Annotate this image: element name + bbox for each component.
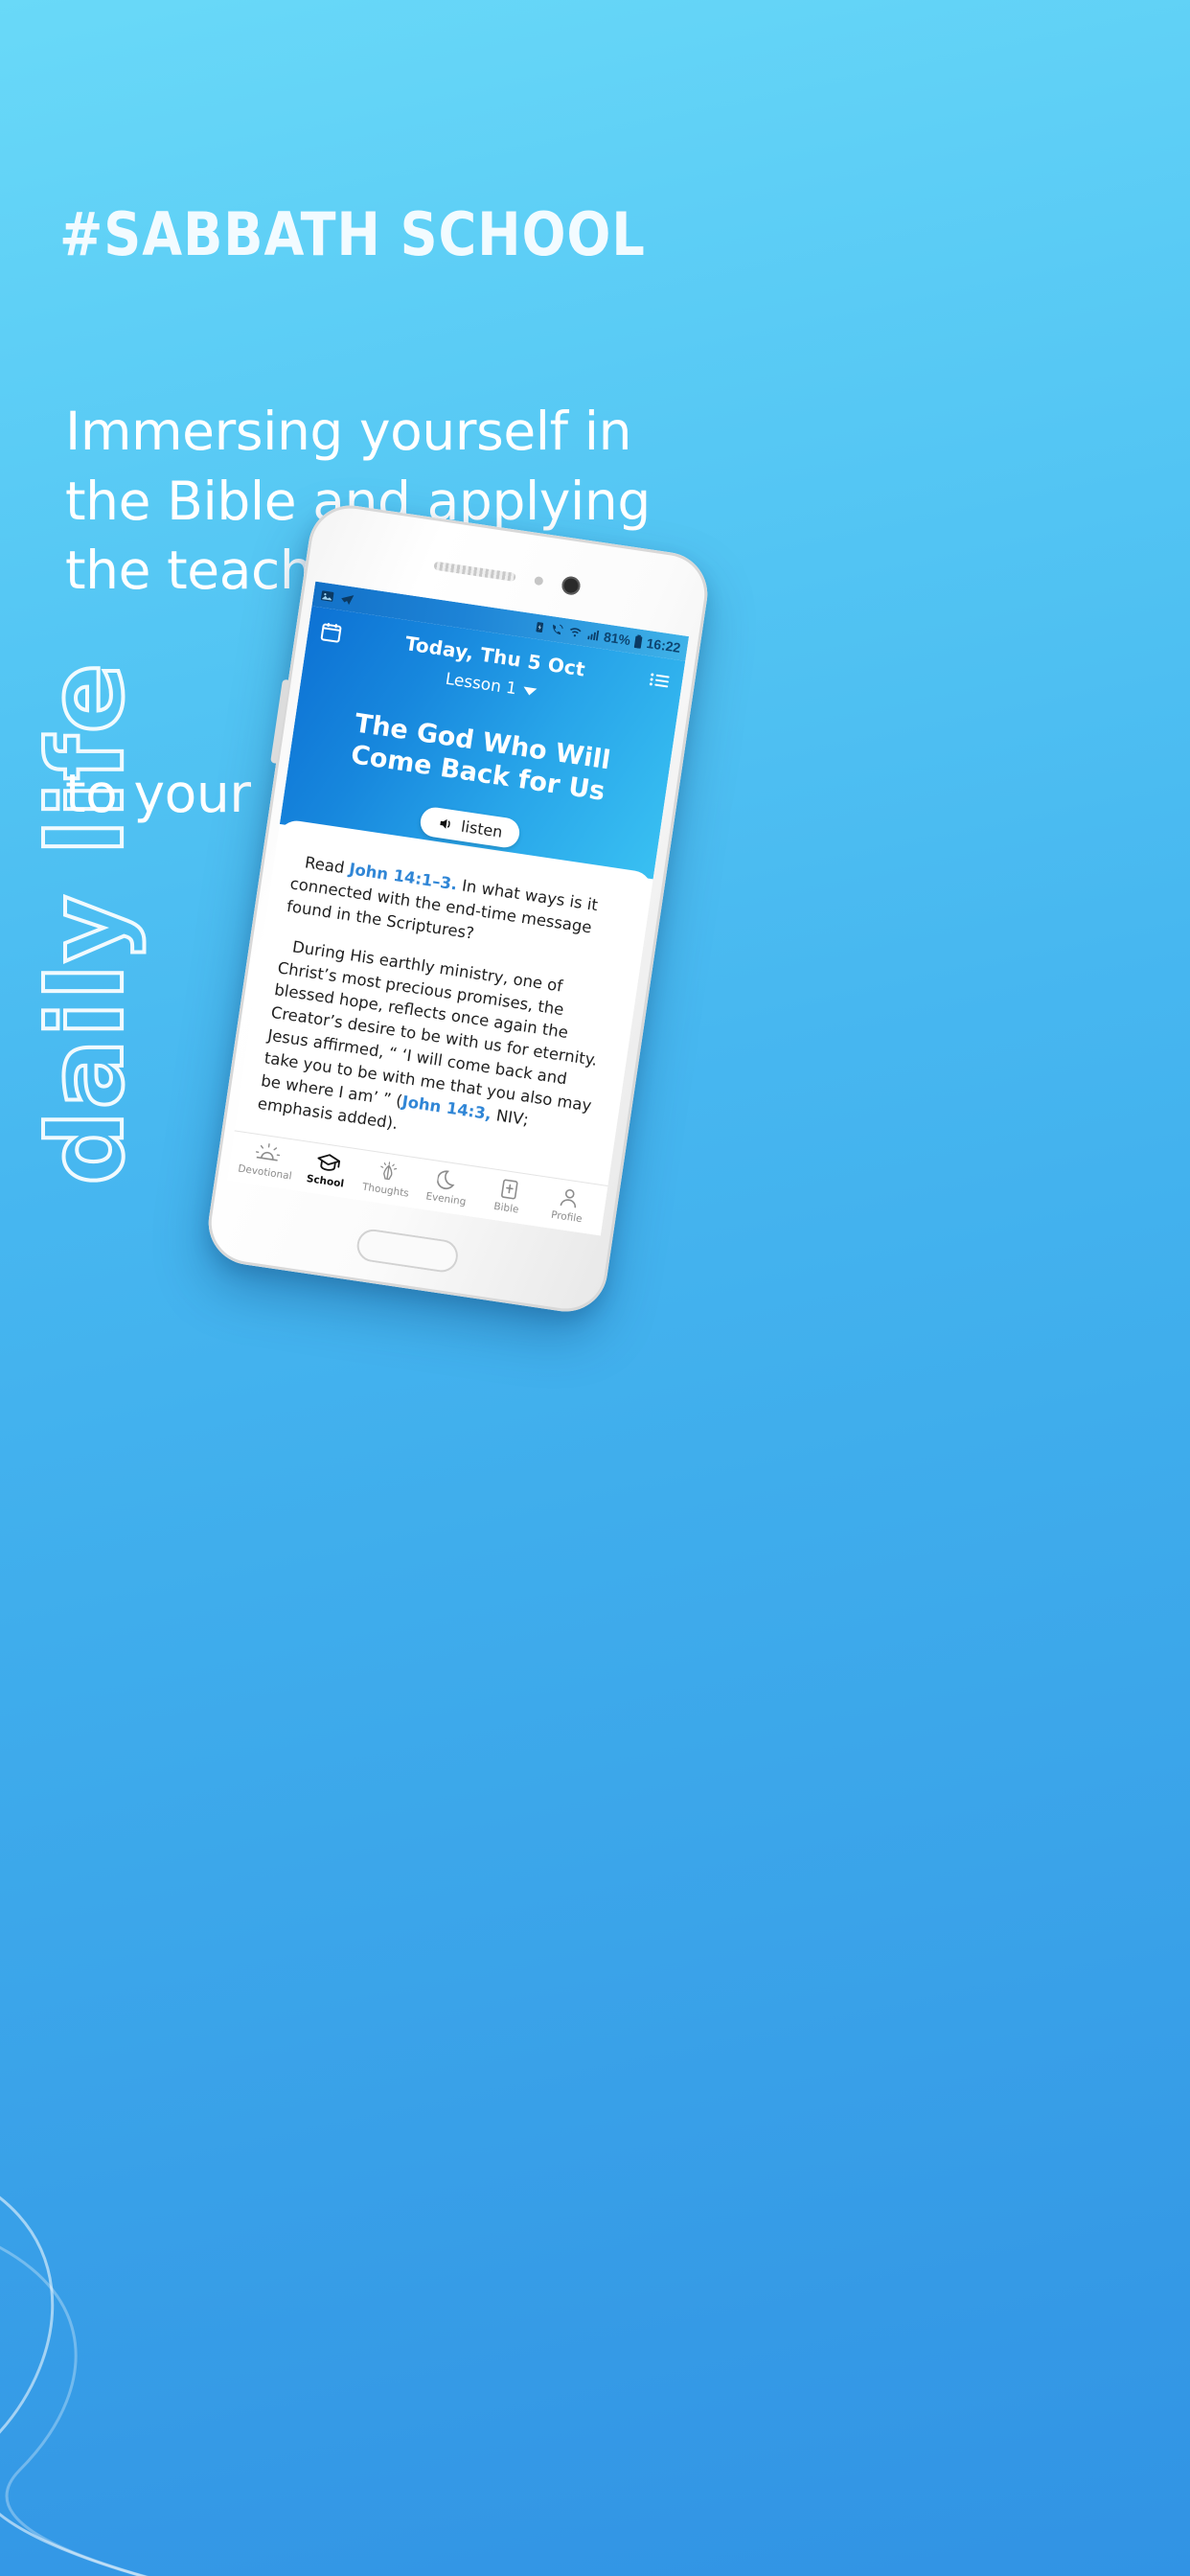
battery-icon <box>634 634 643 649</box>
image-icon <box>320 589 334 602</box>
praying-hands-icon <box>375 1160 402 1184</box>
earpiece-speaker <box>433 561 516 582</box>
status-clock: 16:22 <box>645 634 682 656</box>
paragraph-2-pre: During His earthly ministry, one of Chri… <box>260 936 599 1116</box>
listen-label: listen <box>459 816 504 841</box>
nav-item-bible[interactable]: Bible <box>475 1174 540 1218</box>
nav-item-thoughts[interactable]: Thoughts <box>355 1157 420 1201</box>
nav-label: Bible <box>492 1200 520 1216</box>
person-icon <box>558 1186 582 1210</box>
graduation-cap-icon <box>314 1150 342 1175</box>
list-icon[interactable] <box>646 668 672 694</box>
poster-canvas: #SABBATH SCHOOL Immersing yourself in th… <box>0 0 1190 2576</box>
bible-book-icon <box>497 1177 521 1201</box>
battery-percent-label: 81% <box>603 629 632 649</box>
battery-saver-icon <box>536 622 544 633</box>
signal-icon <box>587 630 600 641</box>
moon-icon <box>436 1168 462 1192</box>
status-left-icons <box>319 587 355 607</box>
sunrise-icon <box>254 1141 282 1166</box>
sensor-dot <box>534 575 544 586</box>
wifi-icon <box>570 628 582 637</box>
paragraph-1-pre: Read <box>303 853 351 878</box>
lesson-selector-label: Lesson 1 <box>444 669 518 700</box>
nav-item-school[interactable]: School <box>294 1147 359 1191</box>
speaker-icon <box>440 818 450 829</box>
nav-label: School <box>306 1173 345 1190</box>
call-wifi-icon <box>553 624 563 635</box>
page-hashtag: #SABBATH SCHOOL <box>59 199 646 269</box>
page-headline-tail: to your <box>65 763 251 824</box>
nav-item-profile[interactable]: Profile <box>536 1184 601 1228</box>
nav-label: Devotional <box>237 1162 293 1183</box>
nav-item-evening[interactable]: Evening <box>415 1165 480 1209</box>
calendar-icon[interactable] <box>318 619 344 645</box>
nav-label: Evening <box>424 1190 468 1208</box>
nav-item-devotional[interactable]: Devotional <box>234 1138 299 1183</box>
nav-label: Profile <box>550 1208 584 1226</box>
nav-label: Thoughts <box>361 1181 410 1200</box>
telegram-icon <box>341 594 355 605</box>
front-camera <box>561 574 582 596</box>
paragraph-body: During His earthly ministry, one of Chri… <box>256 933 618 1164</box>
chevron-down-icon <box>522 686 538 697</box>
